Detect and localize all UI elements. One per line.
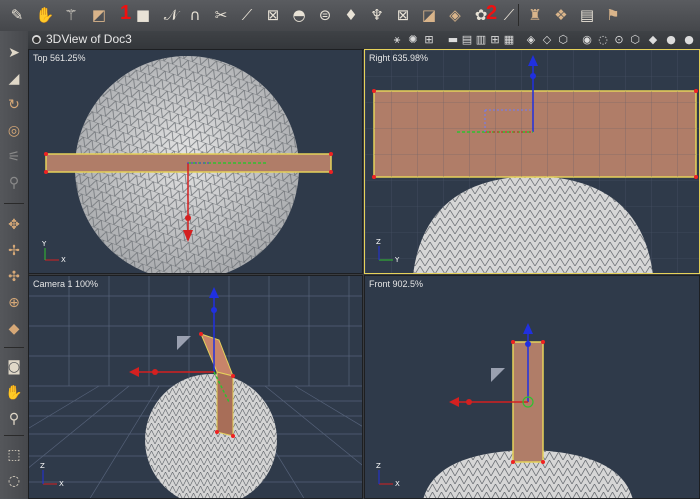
rotate-icon[interactable]: ↻: [2, 93, 26, 117]
scissors-icon[interactable]: ✂: [210, 3, 232, 27]
shading-wire-icon[interactable]: ◈: [524, 32, 538, 47]
view-cube-icon[interactable]: ⬡: [628, 32, 642, 47]
lathe-icon[interactable]: ♆: [366, 3, 388, 27]
selected-box-object[interactable]: [200, 333, 234, 377]
zoom-icon[interactable]: ⚲: [2, 407, 26, 431]
toolbar-separator: [518, 4, 519, 26]
camera-icon[interactable]: ◙: [2, 355, 26, 379]
shader-icon[interactable]: ◪: [418, 3, 440, 27]
trackball-icon[interactable]: ⊕: [2, 291, 26, 315]
figure-icon[interactable]: ♜: [524, 3, 546, 27]
grid-toggle-icon[interactable]: ⊞: [422, 32, 436, 47]
bounding-box-icon[interactable]: ⊠: [262, 3, 284, 27]
view-center-icon[interactable]: ◉: [580, 32, 594, 47]
render-preview-icon[interactable]: ◆: [646, 32, 660, 47]
axis-x-label: X: [59, 480, 64, 488]
move-icon[interactable]: ✥: [2, 213, 26, 237]
axis-x-label: X: [61, 256, 66, 264]
brush-icon[interactable]: ⟋: [498, 3, 520, 27]
marquee-icon[interactable]: ⬚: [2, 443, 26, 467]
viewport-top[interactable]: Top 561.25% X Y: [28, 49, 363, 274]
boolean-icon[interactable]: ⊠: [392, 3, 414, 27]
callout-1: 1: [120, 2, 132, 24]
shelf-icon[interactable]: ⚑: [602, 3, 624, 27]
split-icon[interactable]: ⟋: [236, 3, 258, 27]
window-title: 3DView of Doc3: [46, 32, 132, 46]
camera-view-canvas: X Z: [29, 276, 362, 498]
viewport-right[interactable]: Right 635.98% Y Z: [364, 49, 700, 274]
shading-flat-icon[interactable]: ⬡: [556, 32, 570, 47]
tool-divider: [4, 435, 24, 436]
scale-dim-icon[interactable]: ⚟: [2, 145, 26, 169]
layout-four-icon[interactable]: ⊞: [488, 32, 502, 47]
move-xyz-icon[interactable]: ✢: [2, 239, 26, 263]
viewport-front[interactable]: Front 902.5% X Z: [364, 275, 700, 499]
smooth-sphere-icon[interactable]: ●: [682, 32, 696, 47]
paint-brush-icon[interactable]: ✎: [6, 3, 28, 27]
arrow-select-icon[interactable]: ➤: [2, 41, 26, 65]
select-tool-icon[interactable]: ◩: [88, 3, 110, 27]
top-view-canvas: X Y: [41, 56, 333, 273]
close-icon[interactable]: ●: [32, 35, 41, 44]
dome-icon[interactable]: ◓: [288, 3, 310, 27]
front-view-canvas: X Z: [376, 323, 633, 498]
main-toolbar: ✎ ✋ ⚚ ◩ 1 ■ 𝒩 ∩ ✂ ⟋ ⊠ ◓ ⊜ ♦ ♆ ⊠ ◪ ◈ ✿ 2 …: [0, 0, 700, 32]
right-view-canvas: Y Z: [365, 50, 699, 273]
viewport-label: Top 561.25%: [33, 53, 86, 63]
pan-hand-icon[interactable]: ✋: [2, 381, 26, 405]
direct-select-icon[interactable]: ◢: [2, 67, 26, 91]
viewport-label: Front 902.5%: [369, 279, 424, 289]
lasso-icon[interactable]: ◌: [2, 469, 26, 493]
viewport-label: Camera 1 100%: [33, 279, 99, 289]
shading-hidden-icon[interactable]: ◇: [540, 32, 554, 47]
box-icon[interactable]: ▤: [576, 3, 598, 27]
lights-icon[interactable]: ✺: [406, 32, 420, 47]
pen-tool-icon[interactable]: 𝒩: [160, 3, 182, 27]
tool-divider: [4, 347, 24, 348]
layout-single-icon[interactable]: ▬: [446, 32, 460, 47]
tool-divider: [4, 203, 24, 204]
move-xz-icon[interactable]: ✣: [2, 265, 26, 289]
view-window-titlebar: ● 3DView of Doc3 ⚹ ✺ ⊞ ▬ ▤ ▥ ⊞ ▦ ◈ ◇ ⬡ ◉…: [28, 31, 700, 50]
viewport-camera[interactable]: Camera 1 100% X Z: [28, 275, 363, 499]
cloth-icon[interactable]: ❖: [550, 3, 572, 27]
axis-x-label: X: [395, 480, 400, 488]
shaded-sphere-icon[interactable]: ●: [664, 32, 678, 47]
twist-icon[interactable]: ◎: [2, 119, 26, 143]
axis-y-label: Z: [40, 462, 45, 470]
layout-three-icon[interactable]: ▦: [502, 32, 516, 47]
hand-move-icon[interactable]: ✋: [34, 3, 56, 27]
layout-two-h-icon[interactable]: ▤: [460, 32, 474, 47]
snap-icon[interactable]: ⚹: [390, 32, 404, 47]
callout-2: 2: [486, 2, 498, 24]
magnet-icon[interactable]: ∩: [184, 3, 206, 27]
layout-two-v-icon[interactable]: ▥: [474, 32, 488, 47]
bend-icon[interactable]: ♦: [340, 3, 362, 27]
deformer-icon[interactable]: ◈: [444, 3, 466, 27]
axis-y-label: Z: [376, 238, 381, 246]
magic-wand-icon[interactable]: ⚚: [60, 3, 82, 27]
box-select-icon[interactable]: ◆: [2, 317, 26, 341]
viewport-label: Right 635.98%: [369, 53, 429, 63]
view-top-icon[interactable]: ◌: [596, 32, 610, 47]
axis-y-label: Z: [376, 462, 381, 470]
view-sphere-icon[interactable]: ⊙: [612, 32, 626, 47]
primitive-box-icon[interactable]: ■: [132, 3, 154, 27]
axis-y-label: Y: [41, 240, 47, 248]
extrude-icon[interactable]: ⊜: [314, 3, 336, 27]
lock-dim-icon[interactable]: ⚲: [2, 171, 26, 195]
axis-x-label: Y: [394, 256, 400, 264]
left-tool-palette: ➤ ◢ ↻ ◎ ⚟ ⚲ ✥ ✢ ✣ ⊕ ◆ ◙ ✋ ⚲ ⬚ ◌: [0, 31, 29, 499]
